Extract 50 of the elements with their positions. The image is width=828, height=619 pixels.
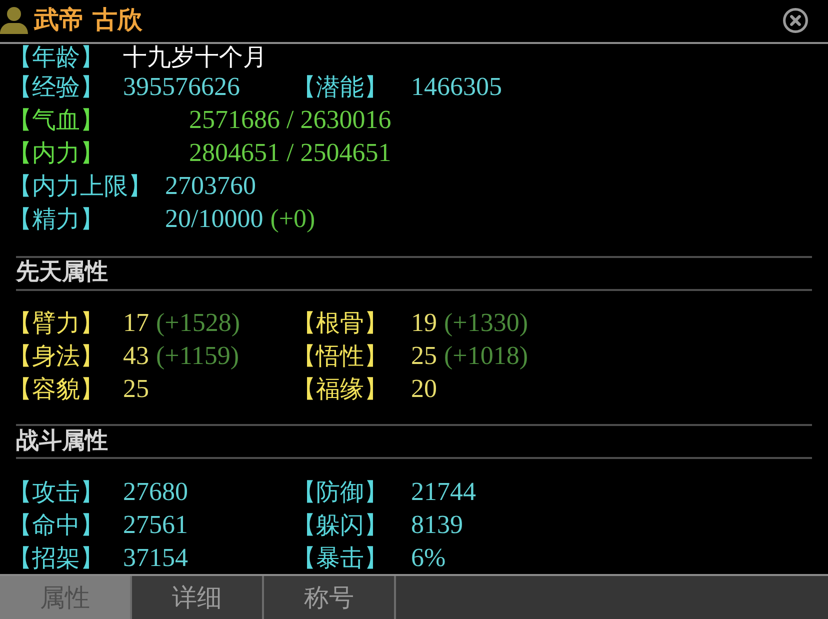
section-title: 战斗属性	[16, 428, 108, 456]
section-title: 先天属性	[16, 259, 108, 287]
stat-value: 1466305	[411, 73, 502, 102]
stat-bonus: (+1330)	[444, 309, 528, 338]
stat-value: 395576626	[123, 73, 240, 102]
tab[interactable]: 称号	[264, 576, 396, 619]
stat-label: 【臂力】	[8, 310, 105, 337]
stat-value: 25	[123, 375, 149, 404]
stat-value: 27561	[123, 510, 188, 540]
stat-label: 【命中】	[8, 512, 105, 538]
stat-label: 【容貌】	[8, 376, 105, 403]
tab[interactable]: 详细	[132, 576, 264, 619]
stat-value: 2703760	[165, 172, 256, 201]
stat-value: 19	[411, 309, 437, 338]
stat-label: 【内力】	[8, 140, 105, 167]
stat-label: 【身法】	[8, 343, 105, 370]
stat-value: 8139	[411, 510, 463, 540]
stat-bonus: (+1159)	[156, 342, 240, 371]
stat-value: 25	[411, 342, 437, 371]
stat-label: 【根骨】	[292, 310, 389, 337]
stat-value: 6%	[411, 544, 446, 572]
stat-value: 21744	[411, 478, 476, 506]
window-title: 武帝 古欣	[34, 5, 143, 35]
stat-label: 【悟性】	[292, 343, 389, 370]
stat-label: 【防御】	[292, 478, 389, 506]
stat-label: 【经验】	[8, 74, 105, 101]
stat-label: 【年龄】	[8, 44, 105, 71]
stat-label: 【潜能】	[292, 74, 389, 101]
stat-value: 43	[123, 342, 149, 371]
stat-value: 20/10000	[165, 205, 264, 234]
stat-bonus: (+1018)	[444, 342, 528, 371]
stat-bonus: (+1528)	[156, 309, 240, 338]
stat-value: 27680	[123, 478, 188, 506]
person-icon	[0, 6, 28, 34]
stat-value: 十九岁十个月	[123, 44, 267, 71]
stat-value: 17	[123, 309, 149, 338]
stat-label: 【攻击】	[8, 478, 105, 506]
stat-value: 37154	[123, 544, 188, 572]
stat-label: 【躲闪】	[292, 512, 389, 538]
stat-label: 【气血】	[8, 107, 105, 134]
stat-label: 【内力上限】	[8, 173, 153, 200]
stat-label: 【招架】	[8, 544, 105, 572]
stat-value: 2571686 / 2630016	[189, 106, 392, 135]
stat-bonus: (+0)	[270, 205, 316, 234]
stat-label: 【精力】	[8, 206, 105, 233]
stat-value: 2804651 / 2504651	[189, 139, 392, 168]
stat-value: 20	[411, 375, 437, 404]
close-icon[interactable]	[783, 8, 808, 32]
stat-label: 【福缘】	[292, 376, 389, 403]
stat-label: 【暴击】	[292, 544, 389, 572]
